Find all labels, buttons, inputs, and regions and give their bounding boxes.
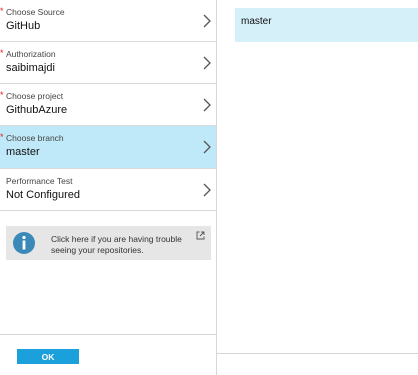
choose-project-setting[interactable]: * Choose project GithubAzure xyxy=(0,84,216,126)
performance-test-label: Performance Test xyxy=(6,176,73,186)
choose-project-value: GithubAzure xyxy=(6,104,68,116)
external-link-icon xyxy=(196,231,205,240)
footer-divider xyxy=(217,353,418,354)
performance-test-setting[interactable]: Performance Test Not Configured xyxy=(0,169,216,211)
setting-label: * Choose branch xyxy=(0,132,64,143)
authorization-label: Authorization xyxy=(6,49,56,59)
repository-help-link[interactable]: Click here if you are having trouble see… xyxy=(6,226,211,260)
choose-branch-setting[interactable]: * Choose branch master xyxy=(0,126,216,169)
chevron-right-icon xyxy=(203,183,211,197)
required-marker: * xyxy=(0,90,4,100)
authorization-value: saibimajdi xyxy=(6,62,55,74)
footer-divider xyxy=(0,334,216,335)
required-marker: * xyxy=(0,132,4,142)
branch-name: master xyxy=(241,16,272,27)
setting-label: Performance Test xyxy=(6,176,72,186)
setting-label: * Authorization xyxy=(0,48,56,59)
performance-test-value: Not Configured xyxy=(6,189,80,201)
branch-item-master[interactable]: master xyxy=(235,8,418,42)
choose-source-label: Choose Source xyxy=(6,7,65,17)
required-marker: * xyxy=(0,48,4,58)
choose-source-value: GitHub xyxy=(6,20,41,32)
chevron-right-icon xyxy=(203,98,211,112)
choose-project-label: Choose project xyxy=(6,91,64,101)
setting-label: * Choose Source xyxy=(0,6,65,17)
repository-help-text: Click here if you are having trouble see… xyxy=(51,234,182,255)
ok-button[interactable]: OK xyxy=(17,349,79,364)
choose-branch-value: master xyxy=(6,146,40,158)
choose-branch-label: Choose branch xyxy=(6,133,64,143)
info-icon xyxy=(6,226,42,260)
branch-list-panel: master xyxy=(217,0,418,375)
chevron-right-icon xyxy=(203,14,211,28)
setting-label: * Choose project xyxy=(0,90,64,101)
authorization-setting[interactable]: * Authorization saibimajdi xyxy=(0,42,216,84)
chevron-right-icon xyxy=(203,56,211,70)
settings-panel: * Choose Source GitHub * Authorization sai… xyxy=(0,0,217,375)
chevron-right-icon xyxy=(203,140,211,154)
required-marker: * xyxy=(0,6,4,16)
choose-source-setting[interactable]: * Choose Source GitHub xyxy=(0,0,216,42)
